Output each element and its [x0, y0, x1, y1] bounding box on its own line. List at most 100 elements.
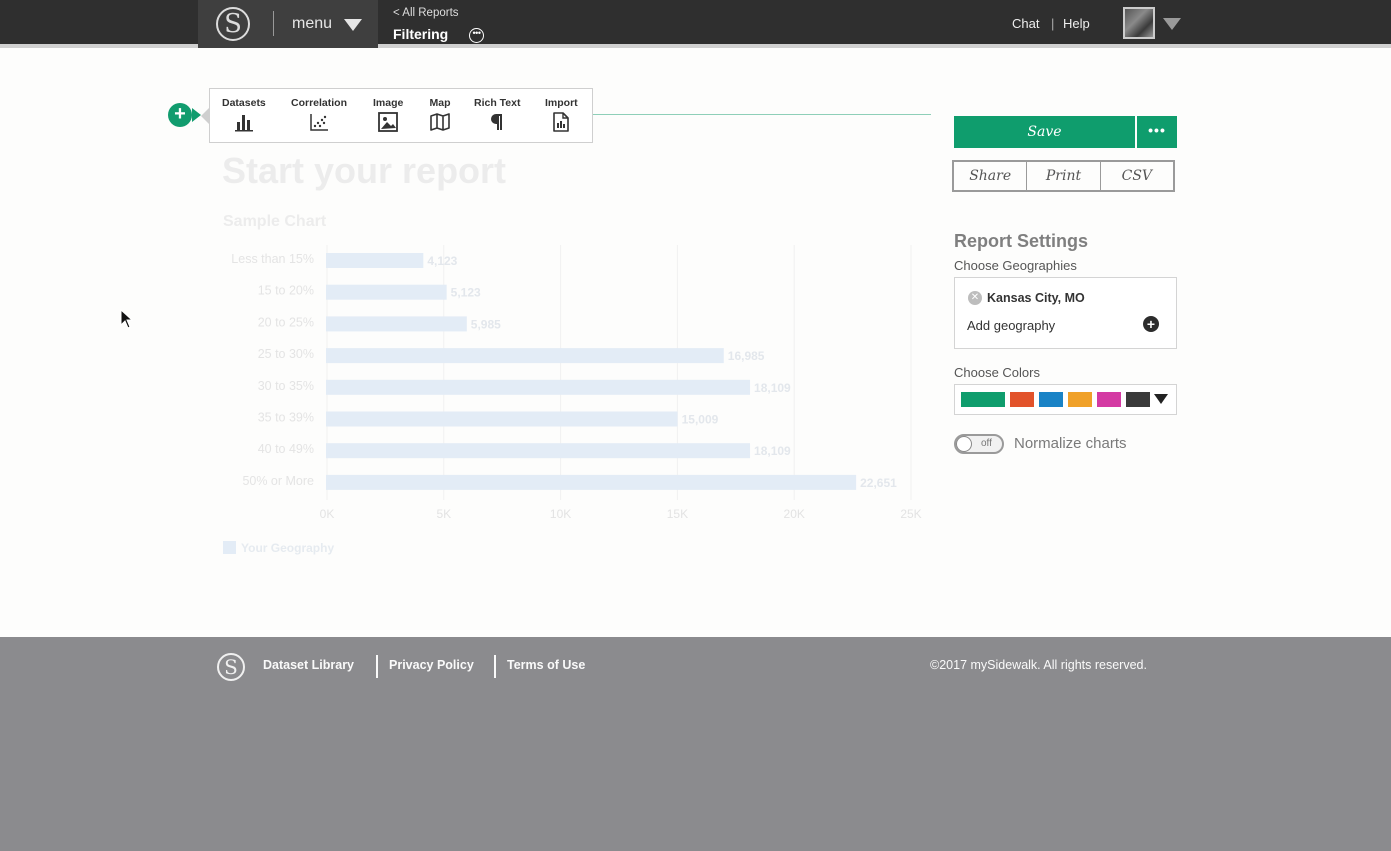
color-swatch-blue[interactable] — [1039, 392, 1063, 407]
insert-guide-line — [593, 114, 931, 115]
dataset-library-link[interactable]: Dataset Library — [263, 658, 354, 672]
bar — [326, 443, 751, 459]
image-icon — [378, 112, 399, 132]
toggle-knob — [956, 436, 972, 452]
category-label: 40 to 49% — [258, 442, 314, 456]
logo-menu-area: S menu — [198, 0, 378, 48]
import-document-icon — [553, 112, 570, 132]
bar — [326, 253, 424, 268]
bar-value-label: 22,651 — [860, 476, 897, 490]
csv-button[interactable]: CSV — [1099, 162, 1173, 190]
tool-label: Image — [373, 97, 404, 109]
report-placeholder-title: Start your report — [222, 150, 507, 191]
x-tick-label: 5K — [436, 507, 451, 521]
chevron-down-icon[interactable] — [344, 19, 362, 31]
x-tick-label: 20K — [784, 507, 805, 521]
geography-selector: ✕ Kansas City, MO Add geography + — [954, 277, 1177, 349]
category-label: Less than 15% — [231, 252, 314, 266]
save-button[interactable]: Save — [954, 116, 1135, 148]
normalize-charts-toggle[interactable]: off — [954, 434, 1004, 454]
account-menu-chevron-icon[interactable] — [1163, 18, 1181, 30]
insert-image-button[interactable]: Image — [373, 97, 403, 133]
bar-value-label: 16,985 — [728, 349, 765, 363]
tool-label: Map — [429, 97, 451, 109]
bar — [326, 284, 447, 300]
tool-label: Correlation — [291, 97, 348, 109]
all-reports-link[interactable]: < All Reports — [393, 7, 459, 19]
normalize-charts-label: Normalize charts — [1014, 435, 1127, 452]
mouse-cursor-icon — [120, 309, 134, 329]
paragraph-icon — [491, 114, 503, 130]
color-swatch-dark[interactable] — [1126, 392, 1150, 407]
insert-rich-text-button[interactable]: Rich Text — [474, 97, 520, 133]
chat-link[interactable]: Chat — [1012, 16, 1039, 31]
color-swatch-orange[interactable] — [1068, 392, 1092, 407]
x-tick-label: 0K — [320, 507, 335, 521]
insert-correlation-button[interactable]: Correlation — [291, 97, 347, 133]
footer-divider — [376, 655, 378, 678]
category-label: 25 to 30% — [258, 347, 314, 361]
x-tick-label: 10K — [550, 507, 571, 521]
help-link[interactable]: Help — [1063, 16, 1090, 31]
share-button[interactable]: Share — [954, 162, 1026, 190]
top-navigation-bar: S menu < All Reports Filtering ••• Chat … — [0, 0, 1391, 48]
avatar[interactable] — [1123, 7, 1155, 39]
copyright-text: ©2017 mySidewalk. All rights reserved. — [930, 658, 1147, 672]
scatter-plot-icon — [310, 114, 328, 131]
chevron-down-icon[interactable] — [1154, 394, 1168, 404]
insert-datasets-button[interactable]: Datasets — [222, 97, 266, 133]
privacy-policy-link[interactable]: Privacy Policy — [389, 658, 474, 672]
legend-label: Your Geography — [241, 541, 335, 555]
tool-label: Rich Text — [474, 97, 521, 109]
bar — [326, 379, 751, 395]
map-icon — [430, 113, 450, 131]
export-button-group: Share Print CSV — [952, 160, 1175, 192]
bar-chart-icon — [234, 115, 253, 132]
category-label: 30 to 35% — [258, 379, 314, 393]
sample-chart-title: Sample Chart — [223, 213, 327, 230]
insert-toolbar: Datasets Correlation Image Map Rich Text… — [201, 88, 593, 143]
bar-value-label: 5,985 — [471, 317, 501, 331]
bar — [326, 316, 467, 332]
choose-colors-label: Choose Colors — [954, 365, 1040, 380]
x-tick-label: 25K — [900, 507, 921, 521]
menu-button[interactable]: menu — [292, 15, 332, 33]
bar — [326, 411, 678, 427]
legend-swatch — [223, 541, 236, 554]
more-actions-button[interactable]: ••• — [1137, 116, 1177, 148]
footer: S Dataset Library Privacy Policy Terms o… — [0, 637, 1391, 851]
selected-geography: Kansas City, MO — [987, 291, 1085, 305]
report-settings-heading: Report Settings — [954, 231, 1089, 251]
report-title[interactable]: Filtering — [393, 26, 448, 42]
category-label: 15 to 20% — [258, 284, 314, 298]
color-palette-selector[interactable] — [954, 384, 1177, 415]
x-tick-label: 15K — [667, 507, 688, 521]
color-swatch-red[interactable] — [1010, 392, 1034, 407]
remove-geography-icon[interactable]: ✕ — [968, 291, 982, 305]
print-button[interactable]: Print — [1026, 162, 1099, 190]
category-label: 50% or More — [242, 474, 314, 488]
bar-value-label: 4,123 — [427, 254, 457, 268]
bar-value-label: 5,123 — [451, 286, 481, 300]
more-options-icon[interactable]: ••• — [469, 28, 484, 43]
insert-import-button[interactable]: Import — [545, 97, 578, 133]
insert-map-button[interactable]: Map — [429, 97, 451, 133]
add-geography-label[interactable]: Add geography — [967, 318, 1055, 333]
add-geography-icon[interactable]: + — [1143, 316, 1159, 332]
footer-logo[interactable]: S — [217, 653, 245, 681]
sample-bar-chart: 0K 5K 10K 15K 20K 25K Less than 15% 4,123 15 to … — [231, 245, 922, 521]
bar — [326, 348, 724, 364]
category-label: 20 to 25% — [258, 315, 314, 329]
terms-of-use-link[interactable]: Terms of Use — [507, 658, 585, 672]
mysidewalk-logo[interactable]: S — [216, 7, 250, 41]
bar-value-label: 18,109 — [754, 381, 791, 395]
color-swatch-magenta[interactable] — [1097, 392, 1121, 407]
choose-geographies-label: Choose Geographies — [954, 258, 1077, 273]
color-swatch-green[interactable] — [961, 392, 1005, 407]
bar — [326, 474, 857, 490]
tool-label: Datasets — [222, 97, 266, 109]
bar-value-label: 18,109 — [754, 444, 791, 458]
tool-label: Import — [545, 97, 578, 109]
footer-divider — [494, 655, 496, 678]
add-block-button[interactable]: + — [168, 103, 192, 127]
